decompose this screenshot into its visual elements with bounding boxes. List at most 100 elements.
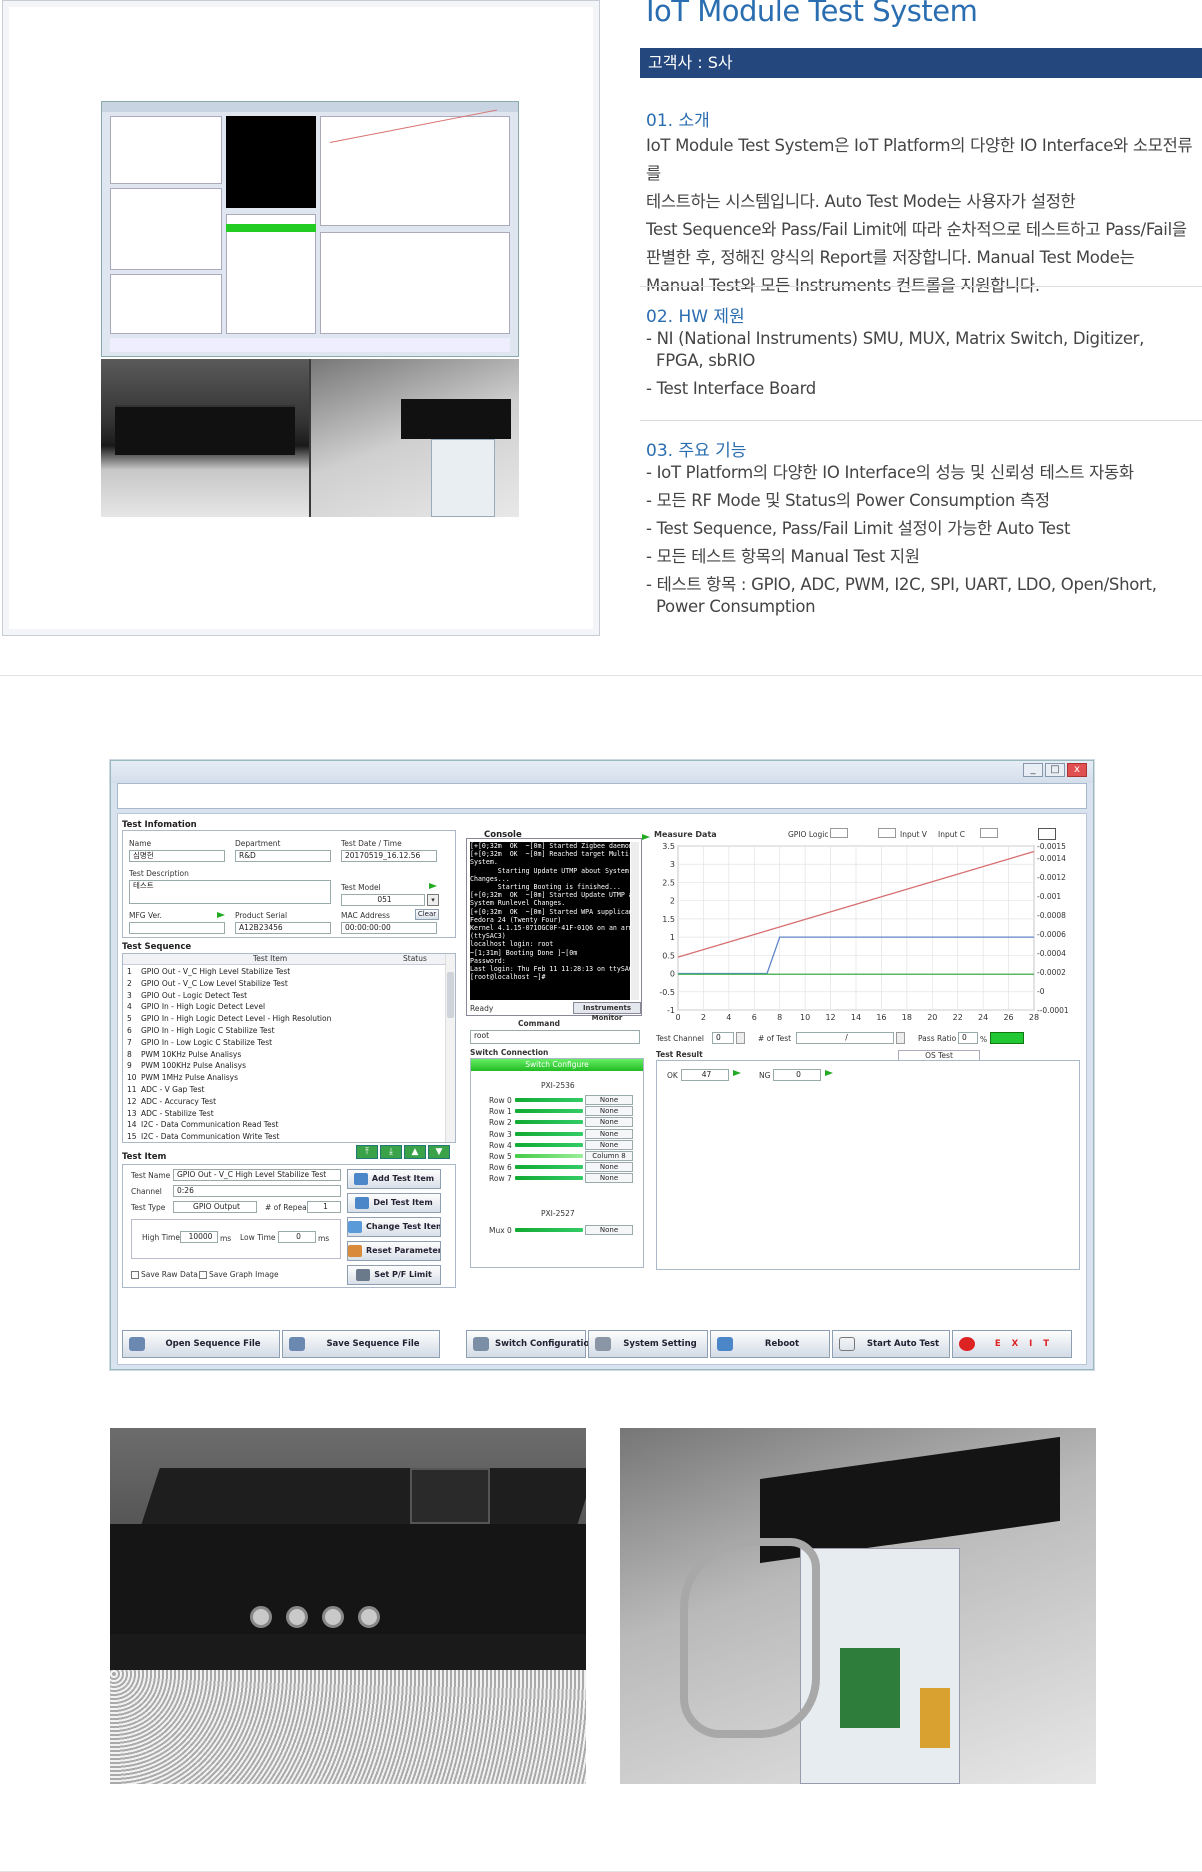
close-button[interactable]: x <box>1067 763 1087 777</box>
table-row[interactable]: 12 ADC - Accuracy Test <box>123 1096 445 1108</box>
clear-button[interactable]: Clear <box>415 909 439 920</box>
description-label: Test Description <box>129 869 189 878</box>
console-line: ~[1;31m] Booting Done ]~[0m <box>470 948 578 957</box>
command-input[interactable]: root <box>470 1030 640 1044</box>
reset-parameter-button[interactable]: Reset Parameter <box>347 1241 441 1261</box>
switch-title: Switch Connection <box>470 1048 549 1057</box>
col-test-item: Test Item <box>253 954 288 963</box>
minimize-button[interactable]: _ <box>1023 763 1043 777</box>
row-number: 12 <box>127 1096 137 1106</box>
test-info-panel: Name 심명헌 Department R&D Test Date / Time… <box>122 830 456 938</box>
pass-ratio-field[interactable]: 0 <box>958 1032 978 1044</box>
table-row[interactable]: 7 GPIO In - Low Logic C Stabilize Test <box>123 1037 445 1049</box>
save-graph-checkbox[interactable] <box>199 1271 207 1279</box>
hw-item: - NI (National Instruments) SMU, MUX, Ma… <box>646 329 1145 370</box>
table-row[interactable]: 15 I2C - Data Communication Write Test <box>123 1131 445 1143</box>
row-number: 2 <box>127 978 132 988</box>
add-test-item-button[interactable]: Add Test Item <box>347 1169 441 1189</box>
table-row[interactable]: 8 PWM 10KHz Pulse Analisys <box>123 1049 445 1061</box>
maximize-button[interactable]: □ <box>1045 763 1065 777</box>
open-sequence-button[interactable]: Open Sequence File <box>122 1330 280 1358</box>
test-channel-field[interactable]: 0 <box>712 1032 734 1044</box>
stepper-icon[interactable] <box>736 1032 745 1044</box>
row-item: GPIO Out - Logic Detect Test <box>141 990 248 1000</box>
table-row[interactable]: 5 GPIO In - High Logic Detect Level - Hig… <box>123 1013 445 1025</box>
set-pf-limit-button[interactable]: Set P/F Limit <box>347 1265 441 1285</box>
mux-label: Mux 0 <box>489 1226 512 1235</box>
test-name-field[interactable]: GPIO Out - V_C High Level Stabilize Test <box>173 1169 341 1181</box>
y-tick-label: 0 <box>670 970 675 979</box>
table-row[interactable]: 11 ADC - V Gap Test <box>123 1084 445 1096</box>
pass-indicator <box>990 1032 1024 1044</box>
mac-field[interactable]: 00:00:00:00 <box>341 922 437 934</box>
row-item: GPIO Out - V_C Low Level Stabilize Test <box>141 978 288 988</box>
test-type-field[interactable]: GPIO Output <box>173 1201 257 1213</box>
table-row[interactable]: 10 PWM 1MHz Pulse Analisys <box>123 1072 445 1084</box>
table-row[interactable]: 3 GPIO Out - Logic Detect Test <box>123 990 445 1002</box>
low-time-field[interactable]: 0 <box>278 1231 316 1243</box>
row-item: PWM 100KHz Pulse Analisys <box>141 1061 247 1071</box>
folder-icon <box>129 1337 145 1351</box>
table-row[interactable]: 1 GPIO Out - V_C High Level Stabilize Tes… <box>123 966 445 978</box>
x-tick-label: 26 <box>1003 1013 1013 1022</box>
tab-instruments-monitor[interactable]: Instruments Monitor <box>573 1002 641 1022</box>
save-raw-checkbox[interactable] <box>131 1271 139 1279</box>
row-item: I2C - Data Communication Read Test <box>141 1120 279 1130</box>
switch-row-value: None <box>585 1106 633 1117</box>
switch-configuration-button[interactable]: Switch Configuration <box>466 1330 595 1358</box>
mfg-field[interactable] <box>129 922 225 934</box>
stepper-icon[interactable] <box>896 1032 905 1044</box>
num-test-field[interactable]: / <box>796 1032 894 1044</box>
switch-rows: Row 0 None Row 1 None Row 2 None Row 3 None Row … <box>471 1095 643 1195</box>
switch-row-bar <box>515 1098 583 1102</box>
table-row[interactable]: 6 GPIO In - High Logic C Stabilize Test <box>123 1025 445 1037</box>
play-icon <box>839 1337 855 1351</box>
table-row[interactable]: 4 GPIO In - High Logic Detect Level <box>123 1001 445 1013</box>
console-frame: [+[0;32m OK ~[0m] Started Zigbee daemon.… <box>466 838 642 1022</box>
table-row[interactable]: 13 ADC - Stabilize Test <box>123 1108 445 1120</box>
description-field[interactable]: 테스트 <box>129 880 331 904</box>
console-line: Password: <box>470 956 506 965</box>
console-scrollbar[interactable] <box>631 842 639 1000</box>
repeat-field[interactable]: 1 <box>307 1201 341 1213</box>
table-row[interactable]: 9 PWM 100KHz Pulse Analisys <box>123 1060 445 1072</box>
app-window: _ □ x Test Infomation Name 심명헌 Departmen… <box>110 760 1094 1370</box>
scrollbar[interactable] <box>445 954 455 1142</box>
serial-field[interactable]: A12B23456 <box>235 922 331 934</box>
legend-swatch-c <box>980 828 998 838</box>
exit-button[interactable]: E X I T <box>952 1330 1072 1358</box>
reboot-button[interactable]: Reboot <box>710 1330 830 1358</box>
save-sequence-button[interactable]: Save Sequence File <box>282 1330 440 1358</box>
y2-tick-label: -0.0002 <box>1037 968 1066 977</box>
row-number: 14 <box>127 1120 137 1130</box>
department-field[interactable]: R&D <box>235 850 331 862</box>
date-field[interactable]: 20170519_16.12.56 <box>341 850 437 862</box>
table-row[interactable]: 14 I2C - Data Communication Read Test <box>123 1119 445 1131</box>
system-setting-button[interactable]: System Setting <box>588 1330 708 1358</box>
pxi-2536-label: PXI-2536 <box>541 1081 575 1090</box>
switch-row-value: None <box>585 1162 633 1173</box>
change-test-item-button[interactable]: Change Test Item <box>347 1217 441 1237</box>
chevron-down-icon[interactable]: ▾ <box>427 894 439 906</box>
name-field[interactable]: 심명헌 <box>129 850 225 862</box>
test-channel-label: Test Channel <box>656 1034 704 1043</box>
move-top-icon[interactable]: ⤒ <box>356 1145 378 1159</box>
move-up-icon[interactable]: ▲ <box>404 1145 426 1159</box>
move-bottom-icon[interactable]: ⤓ <box>380 1145 402 1159</box>
row-number: 9 <box>127 1061 132 1071</box>
table-row[interactable]: 2 GPIO Out - V_C Low Level Stabilize Test <box>123 978 445 990</box>
del-test-item-button[interactable]: Del Test Item <box>347 1193 441 1213</box>
high-time-field[interactable]: 10000 <box>180 1231 218 1243</box>
button-label: Reset Parameter <box>366 1246 441 1255</box>
graph-option-box[interactable] <box>1038 828 1056 840</box>
model-field[interactable]: 051 <box>341 894 425 906</box>
channel-field[interactable]: 0:26 <box>173 1185 341 1197</box>
row-number: 1 <box>127 967 132 976</box>
clipboard-icon <box>473 1337 489 1351</box>
start-auto-test-button[interactable]: Start Auto Test <box>832 1330 950 1358</box>
move-down-icon[interactable]: ▼ <box>428 1145 450 1159</box>
button-label: Save Sequence File <box>326 1339 420 1349</box>
divider <box>640 420 1202 421</box>
switch-row-value: None <box>585 1117 633 1128</box>
switch-configure-button[interactable]: Switch Configure <box>471 1059 643 1071</box>
